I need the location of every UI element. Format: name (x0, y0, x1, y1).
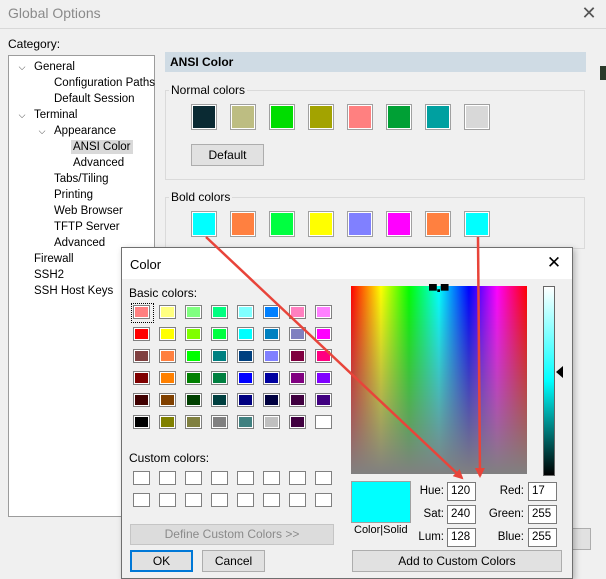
annotation-arrows (205, 236, 485, 480)
annotation-arrow-2 (474, 236, 485, 478)
annotation-arrow-1 (205, 236, 464, 480)
